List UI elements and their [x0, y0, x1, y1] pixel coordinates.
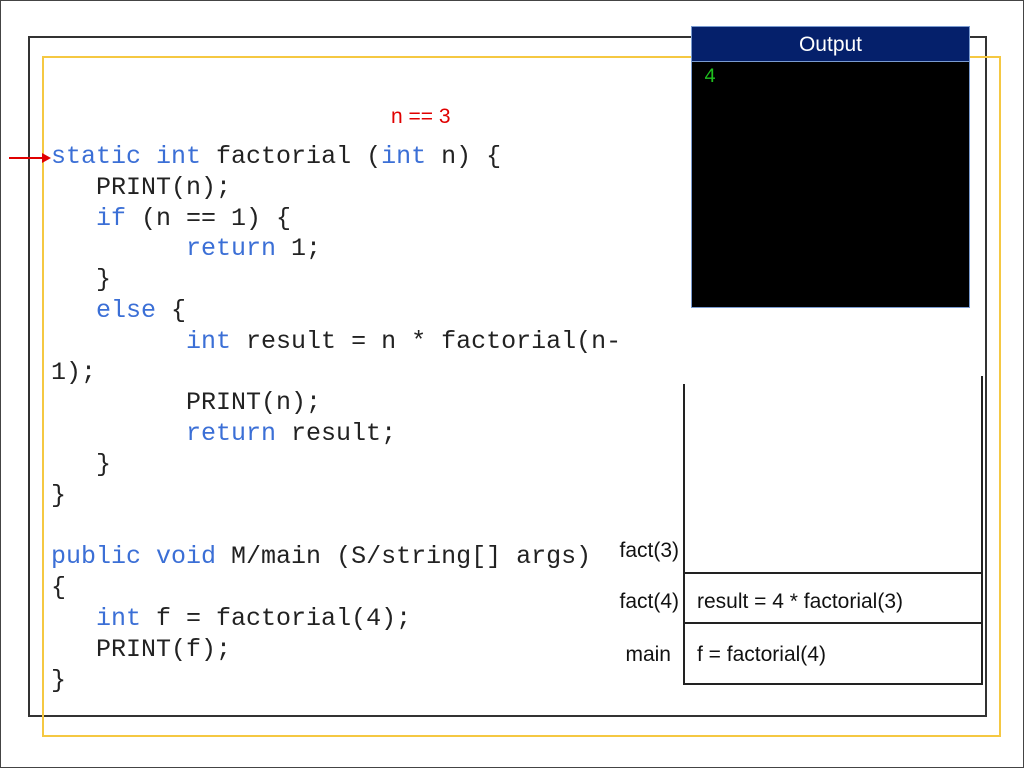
frame-label-fact4: fact(4) — [619, 590, 679, 613]
code-text: factorial ( — [216, 142, 382, 171]
code-line: else { — [51, 296, 621, 327]
code-line: if (n == 1) { — [51, 204, 621, 235]
code-keyword: int — [156, 142, 217, 171]
code-text: PRINT(n); — [51, 172, 232, 202]
code-keyword: static — [51, 142, 157, 171]
code-keyword: void — [156, 542, 232, 572]
code-text: } — [51, 449, 112, 479]
code-text: M/main (S/string[] args) — [231, 542, 592, 572]
code-text: (n == 1) { — [126, 203, 292, 233]
code-line: return 1; — [51, 234, 621, 265]
frame-label-main: main — [625, 643, 671, 666]
code-text: } — [51, 265, 112, 295]
code-text: PRINT(f); — [51, 634, 232, 664]
code-text: 1; — [276, 234, 322, 264]
code-line: PRINT(f); — [51, 635, 621, 666]
code-text: n) { — [426, 142, 502, 171]
code-line: return result; — [51, 419, 621, 450]
code-keyword: return — [186, 419, 277, 449]
code-text: { — [51, 573, 67, 603]
code-line: } — [51, 265, 621, 296]
frame-content-main: f = factorial(4) — [697, 643, 826, 666]
frame-divider — [683, 622, 981, 624]
code-line: static int factorial (int n) { — [51, 142, 621, 173]
output-title: Output — [692, 27, 969, 62]
code-line: PRINT(n); — [51, 173, 621, 204]
code-text: { — [156, 295, 187, 325]
current-value-annotation: n == 3 — [391, 105, 451, 128]
frame-content-fact4: result = 4 * factorial(3) — [697, 590, 904, 613]
code-line: int result = n * factorial(n- — [51, 327, 621, 358]
code-keyword: if — [96, 203, 127, 233]
code-text: 1); — [51, 357, 97, 387]
code-keyword: int — [96, 603, 142, 633]
frame-divider — [683, 572, 981, 574]
code-keyword: else — [96, 295, 157, 325]
frame-label-fact3: fact(3) — [619, 539, 679, 562]
output-panel: Output 4 — [691, 26, 970, 308]
code-line: int f = factorial(4); — [51, 604, 621, 635]
code-keyword: public — [51, 542, 157, 572]
code-keyword: int — [186, 326, 232, 356]
code-block: static int factorial (int n) { PRINT(n);… — [51, 142, 621, 696]
code-text: f = factorial(4); — [141, 603, 412, 633]
code-line: public void M/main (S/string[] args) — [51, 542, 621, 573]
code-line: } — [51, 450, 621, 481]
code-text: result = n * factorial(n- — [231, 326, 622, 356]
stack-left-edge — [683, 384, 685, 683]
code-keyword: int — [381, 142, 427, 171]
call-stack: fact(3) fact(4) result = 4 * factorial(3… — [619, 376, 983, 685]
code-text: PRINT(n); — [51, 388, 322, 418]
code-text: } — [51, 665, 67, 695]
current-line-arrow-icon — [9, 153, 51, 163]
code-text: } — [51, 480, 67, 510]
code-text: result; — [276, 419, 397, 449]
code-line: { — [51, 573, 621, 604]
code-keyword: return — [186, 234, 277, 264]
code-line: } — [51, 666, 621, 697]
code-line: } — [51, 481, 621, 512]
output-text: 4 — [704, 66, 717, 89]
slide: n == 3 static int factorial (int n) { PR… — [0, 0, 1024, 768]
code-line: 1); — [51, 358, 621, 389]
code-line: PRINT(n); — [51, 388, 621, 419]
